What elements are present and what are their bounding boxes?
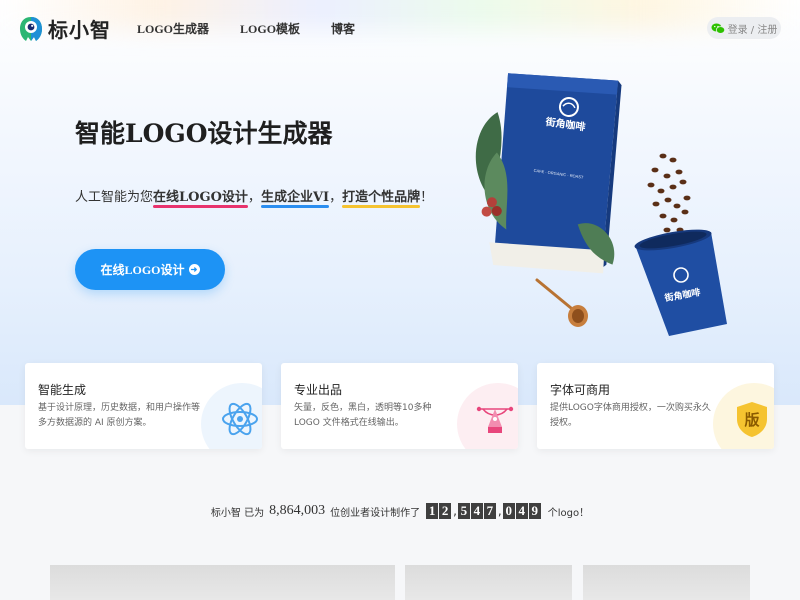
subtitle-separator: ， <box>329 190 343 205</box>
stats-users: 8,864,003 <box>269 503 326 518</box>
subtitle-highlight-logo-design: 在线LOGO设计 <box>153 186 248 208</box>
feature-desc: 基于设计原理，历史数据，和用户操作等多方数据源的 AI 原创方案。 <box>38 403 201 428</box>
coffee-beans <box>647 153 691 233</box>
showcase-thumbnail[interactable] <box>405 565 572 600</box>
nav-logo-generator[interactable]: LOGO生成器 <box>137 20 209 37</box>
arrow-right-icon: ➜ <box>188 264 200 275</box>
coffee-bag: 街角咖啡 CAFE · ORGANIC · ROAST <box>475 73 622 274</box>
logo-count-stats: 标小智 已为 8,864,003 位创业者设计制作了 12,547,049 个l… <box>0 503 800 519</box>
cta-label: 在线LOGO设计 <box>100 263 185 277</box>
feature-title: 字体可商用 <box>550 383 611 397</box>
nav-logo-templates[interactable]: LOGO模板 <box>240 20 300 37</box>
counter-digit: 4 <box>470 503 483 519</box>
logo-counter: 12,547,049 <box>426 503 542 519</box>
main-nav: LOGO生成器 LOGO模板 博客 <box>137 20 355 37</box>
login-label: 登录 / 注册 <box>727 24 778 36</box>
hero-subtitle: 人工智能为您在线LOGO设计，生成企业VI，打造个性品牌！ <box>75 186 434 208</box>
counter-digit: 0 <box>502 503 515 519</box>
shield-icon: 版 <box>737 402 767 437</box>
online-logo-design-button[interactable]: 在线LOGO设计 ➜ <box>75 249 225 290</box>
counter-digit: 4 <box>515 503 528 519</box>
atom-icon <box>222 402 258 436</box>
brand-name: 标小智 <box>48 18 111 42</box>
counter-digit: 2 <box>439 503 452 519</box>
stats-middle: 位创业者设计制作了 <box>330 507 421 519</box>
subtitle-highlight-brand: 打造个性品牌 <box>342 186 421 208</box>
brand-mark-icon <box>20 16 42 41</box>
subtitle-end: ！ <box>420 190 434 205</box>
wechat-icon <box>711 23 725 34</box>
coffee-spoon <box>535 278 588 327</box>
brand-logo[interactable]: 标小智 <box>18 14 111 43</box>
stats-prefix: 标小智 已为 <box>210 507 265 519</box>
feature-title: 专业出品 <box>294 383 343 397</box>
counter-digit: 9 <box>528 503 541 519</box>
subtitle-highlight-vi: 生成企业VI <box>260 186 330 208</box>
showcase-thumbnail[interactable] <box>50 565 395 600</box>
counter-digit: 1 <box>426 503 439 519</box>
feature-card-professional[interactable]: 专业出品 矢量，反色，黑白，透明等10多种 LOGO 文件格式在线输出。 <box>281 363 518 449</box>
shield-badge: 版 <box>744 411 759 429</box>
counter-digit: 5 <box>457 503 470 519</box>
feature-card-font-license[interactable]: 字体可商用 提供LOGO字体商用授权，一次购买永久授权。 版 <box>537 363 774 449</box>
showcase-thumbnail[interactable] <box>583 565 750 600</box>
subtitle-text: 人工智能为您 <box>75 190 154 205</box>
header: 标小智 LOGO生成器 LOGO模板 博客 登录 / 注册 <box>0 0 800 56</box>
feature-desc: 提供LOGO字体商用授权，一次购买永久授权。 <box>550 403 711 428</box>
hero-title: 智能LOGO设计生成器 <box>75 119 333 148</box>
feature-title: 智能生成 <box>38 383 87 397</box>
counter-digit: 7 <box>483 503 496 519</box>
coffee-product-mockup: 街角咖啡 CAFE · ORGANIC · ROAST 街角咖啡 <box>475 73 727 336</box>
nav-blog[interactable]: 博客 <box>331 20 355 37</box>
subtitle-separator: ， <box>247 190 261 205</box>
pen-tool-icon <box>476 406 514 433</box>
feature-desc: 矢量，反色，黑白，透明等10多种 LOGO 文件格式在线输出。 <box>294 403 432 428</box>
stats-suffix: 个logo！ <box>547 507 590 519</box>
coffee-cup: 街角咖啡 <box>634 229 727 336</box>
feature-card-ai[interactable]: 智能生成 基于设计原理，历史数据，和用户操作等多方数据源的 AI 原创方案。 <box>25 363 262 449</box>
login-register-button[interactable]: 登录 / 注册 <box>707 17 781 39</box>
